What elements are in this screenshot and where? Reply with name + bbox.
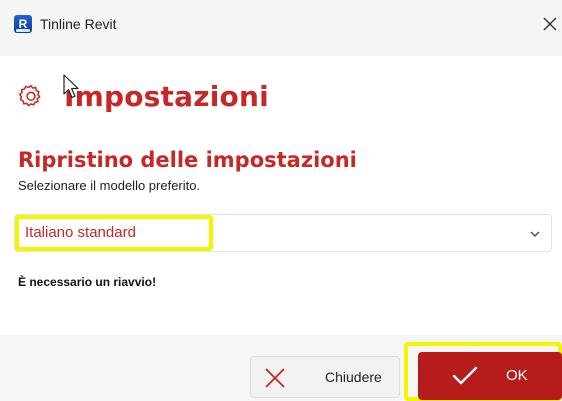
page-heading: Impostazioni — [18, 74, 269, 116]
dialog-content: Impostazioni Ripristino delle impostazio… — [0, 56, 562, 335]
close-x-icon — [265, 368, 285, 388]
app-icon: R — [14, 15, 32, 33]
window-title: Tinline Revit — [40, 16, 117, 32]
title-bar: R Tinline Revit — [0, 0, 562, 56]
mouse-pointer-icon — [63, 74, 79, 99]
settings-dialog: R Tinline Revit Impostazioni Ripristino … — [0, 0, 562, 401]
restart-note: È necessario un riavvio! — [18, 275, 157, 289]
close-button[interactable]: Chiudere — [250, 356, 400, 398]
template-select[interactable]: Italiano standard — [14, 214, 552, 252]
chevron-down-icon[interactable] — [529, 228, 541, 240]
gear-icon — [18, 84, 41, 107]
section-title: Ripristino delle impostazioni — [18, 148, 357, 172]
ok-button[interactable]: OK — [418, 352, 562, 400]
close-button-label: Chiudere — [325, 369, 382, 385]
checkmark-icon — [452, 366, 478, 385]
section-description: Selezionare il modello preferito. — [18, 178, 201, 193]
template-select-value: Italiano standard — [25, 224, 136, 241]
dialog-footer: Chiudere OK — [0, 335, 562, 401]
ok-button-label: OK — [506, 367, 528, 384]
page-title: Impostazioni — [64, 79, 269, 113]
close-icon[interactable] — [540, 14, 560, 34]
